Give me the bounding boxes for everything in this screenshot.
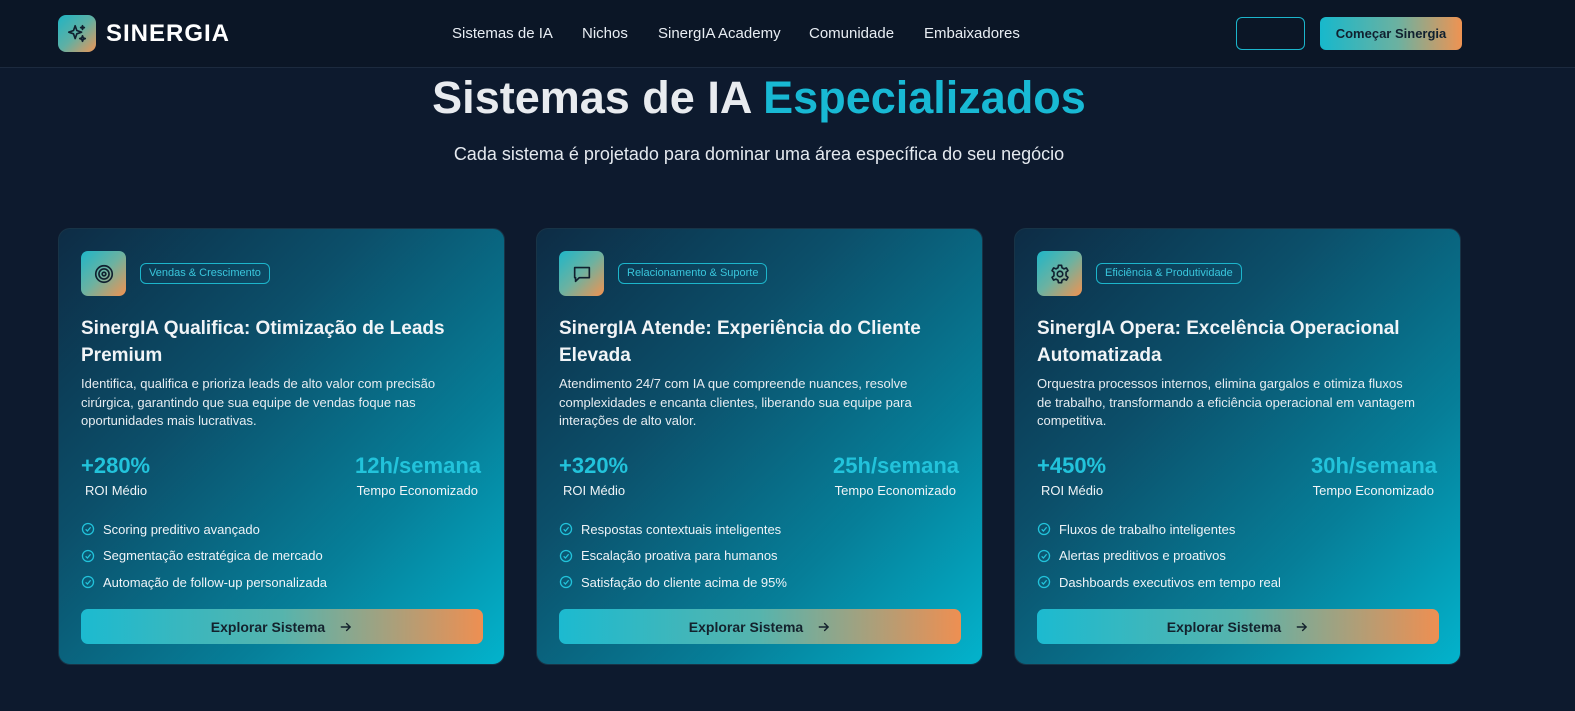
card-icon-box	[1037, 251, 1082, 296]
feature-list: Fluxos de trabalho inteligentes Alertas …	[1037, 516, 1281, 596]
check-circle-icon	[559, 522, 574, 537]
logo-badge[interactable]	[58, 15, 96, 52]
check-circle-icon	[1037, 522, 1052, 537]
explore-system-button[interactable]: Explorar Sistema	[1037, 609, 1439, 644]
check-circle-icon	[81, 575, 96, 590]
nav-link-nichos[interactable]: Nichos	[582, 25, 628, 42]
feature-list: Respostas contextuais inteligentes Escal…	[559, 516, 787, 596]
card-description: Identifica, qualifica e prioriza leads d…	[81, 376, 436, 428]
page-title: Sistemas de IA Especializados	[0, 72, 1518, 124]
roi-value: +450%	[1037, 453, 1107, 478]
feature-text: Scoring preditivo avançado	[103, 521, 260, 537]
feature-text: Satisfação do cliente acima de 95%	[581, 574, 787, 590]
time-saved-value: 25h/semana	[833, 453, 959, 478]
login-button[interactable]	[1236, 17, 1305, 50]
roi-value: +320%	[559, 453, 629, 478]
time-saved-label: Tempo Economizado	[356, 483, 478, 498]
feature-item: Automação de follow-up personalizada	[81, 569, 327, 596]
category-badge: Relacionamento & Suporte	[618, 263, 768, 284]
check-circle-icon	[81, 522, 96, 537]
roi-label: ROI Médio	[1041, 483, 1104, 498]
check-circle-icon	[1037, 548, 1052, 563]
nav-link-embaixadores[interactable]: Embaixadores	[924, 25, 1020, 42]
feature-item: Segmentação estratégica de mercado	[81, 543, 327, 570]
feature-text: Automação de follow-up personalizada	[103, 574, 328, 590]
feature-item: Scoring preditivo avançado	[81, 516, 327, 543]
system-card-qualifica: Vendas & Crescimento SinergIA Qualifica:…	[58, 228, 505, 665]
feature-text: Dashboards executivos em tempo real	[1059, 574, 1281, 590]
check-circle-icon	[81, 548, 96, 563]
time-saved-label: Tempo Economizado	[1312, 483, 1434, 498]
card-title: SinergIA Atende: Experiência do Cliente …	[559, 318, 921, 366]
feature-item: Fluxos de trabalho inteligentes	[1037, 516, 1281, 543]
arrow-right-icon	[817, 620, 831, 634]
card-description: Orquestra processos internos, elimina ga…	[1037, 376, 1415, 428]
system-card-atende: Relacionamento & Suporte SinergIA Atende…	[536, 228, 983, 665]
chat-bubble-icon	[573, 266, 590, 282]
check-circle-icon	[1037, 575, 1052, 590]
check-circle-icon	[559, 575, 574, 590]
card-icon-box	[81, 251, 126, 296]
feature-item: Dashboards executivos em tempo real	[1037, 569, 1281, 596]
arrow-right-icon	[1295, 620, 1309, 634]
brand-name[interactable]: SINERGIA	[106, 20, 230, 48]
feature-text: Escalação proativa para humanos	[581, 548, 778, 564]
feature-text: Fluxos de trabalho inteligentes	[1059, 521, 1236, 537]
category-badge: Eficiência & Produtividade	[1096, 263, 1242, 284]
feature-list: Scoring preditivo avançado Segmentação e…	[81, 516, 327, 596]
feature-text: Alertas preditivos e proativos	[1059, 548, 1226, 564]
check-circle-icon	[559, 548, 574, 563]
page-title-accent: Especializados	[763, 72, 1086, 123]
card-title: SinergIA Opera: Excelência Operacional A…	[1037, 318, 1400, 366]
feature-item: Escalação proativa para humanos	[559, 543, 787, 570]
time-saved-label: Tempo Economizado	[834, 483, 956, 498]
card-icon-box	[559, 251, 604, 296]
feature-item: Respostas contextuais inteligentes	[559, 516, 787, 543]
feature-text: Respostas contextuais inteligentes	[581, 521, 782, 537]
sparkles-icon	[67, 24, 87, 42]
gear-icon	[1050, 263, 1069, 284]
system-card-opera: Eficiência & Produtividade SinergIA Oper…	[1014, 228, 1461, 665]
feature-item: Satisfação do cliente acima de 95%	[559, 569, 787, 596]
explore-system-label: Explorar Sistema	[1166, 618, 1282, 635]
card-description: Atendimento 24/7 com IA que compreende n…	[559, 376, 912, 428]
explore-system-button[interactable]: Explorar Sistema	[559, 609, 961, 644]
time-saved-value: 12h/semana	[355, 453, 481, 478]
nav-link-academy[interactable]: SinergIA Academy	[658, 25, 781, 42]
time-saved-value: 30h/semana	[1311, 453, 1437, 478]
roi-value: +280%	[81, 453, 151, 478]
explore-system-label: Explorar Sistema	[210, 618, 326, 635]
page-title-main: Sistemas de IA	[432, 72, 751, 123]
explore-system-label: Explorar Sistema	[688, 618, 804, 635]
roi-label: ROI Médio	[563, 483, 626, 498]
top-navbar: SINERGIA Sistemas de IA Nichos SinergIA …	[0, 0, 1575, 68]
target-icon	[94, 264, 113, 283]
nav-link-comunidade[interactable]: Comunidade	[809, 25, 894, 42]
explore-system-button[interactable]: Explorar Sistema	[81, 609, 483, 644]
arrow-right-icon	[339, 620, 353, 634]
roi-label: ROI Médio	[85, 483, 148, 498]
card-title: SinergIA Qualifica: Otimização de Leads …	[81, 318, 445, 366]
nav-link-sistemas[interactable]: Sistemas de IA	[452, 25, 553, 42]
feature-item: Alertas preditivos e proativos	[1037, 543, 1281, 570]
feature-text: Segmentação estratégica de mercado	[103, 548, 323, 564]
page-subtitle: Cada sistema é projetado para dominar um…	[453, 144, 1065, 164]
start-sinergia-button[interactable]: Começar Sinergia	[1320, 17, 1462, 50]
category-badge: Vendas & Crescimento	[140, 263, 270, 284]
